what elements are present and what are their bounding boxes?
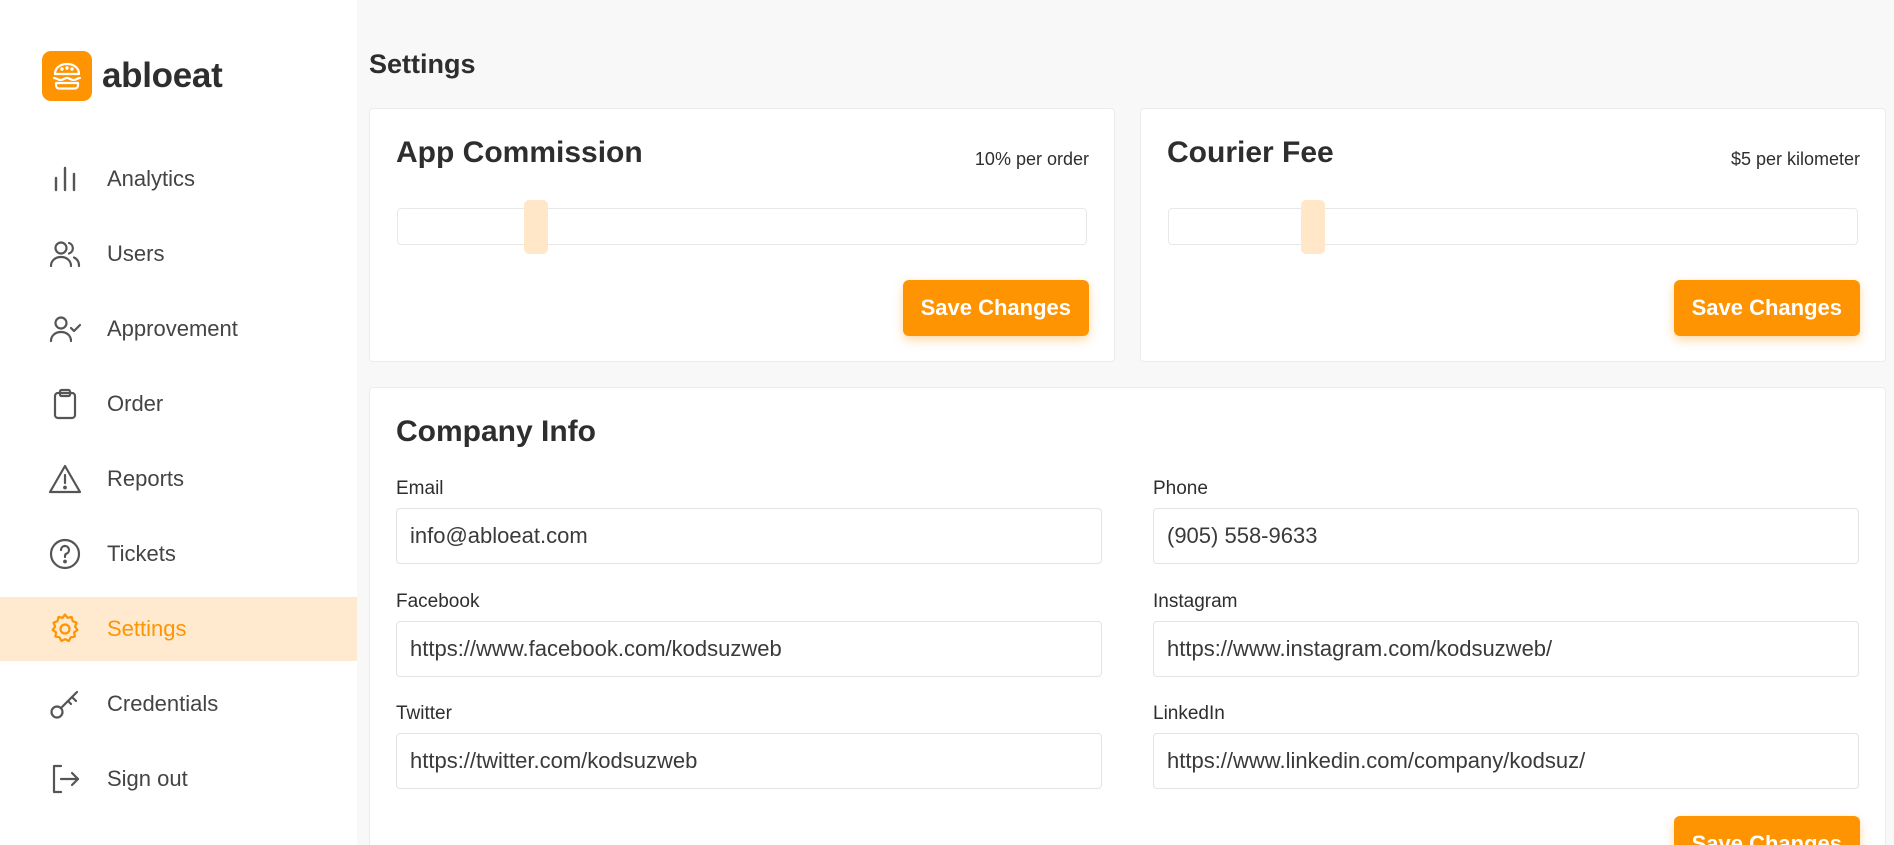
facebook-field[interactable] (396, 621, 1102, 677)
burger-logo-icon (42, 51, 92, 101)
sidebar-item-users[interactable]: Users (0, 222, 357, 286)
instagram-label: Instagram (1153, 591, 1238, 612)
linkedin-field[interactable] (1153, 733, 1859, 789)
sidebar-item-label: Credentials (107, 691, 219, 716)
brand-name: abloeat (102, 56, 223, 95)
app-commission-value: 10% per order (974, 149, 1089, 169)
email-label: Email (396, 478, 444, 499)
instagram-field[interactable] (1153, 621, 1859, 677)
sidebar-item-label: Settings (107, 616, 187, 641)
sidebar-item-reports[interactable]: Reports (0, 447, 357, 511)
company-info-title: Company Info (396, 415, 596, 448)
page-title: Settings (369, 49, 476, 79)
company-info-save-button[interactable]: Save Changes (1673, 816, 1860, 845)
users-icon (47, 236, 83, 272)
phone-label: Phone (1153, 478, 1208, 499)
bar-chart-icon (47, 161, 83, 197)
courier-fee-slider-thumb[interactable] (1301, 200, 1326, 254)
phone-field[interactable] (1153, 508, 1859, 564)
clipboard-icon (47, 386, 83, 422)
app-commission-title: App Commission (396, 136, 643, 169)
sidebar-item-sign-out[interactable]: Sign out (0, 747, 357, 811)
sidebar-item-label: Analytics (107, 166, 196, 191)
company-info-card: Company Info Email Phone Facebook Instag… (369, 387, 1886, 845)
sign-out-icon (47, 761, 83, 797)
sidebar-nav: Analytics Users Approvement Order Report… (0, 147, 357, 822)
sidebar-item-label: Order (107, 391, 164, 416)
user-check-icon (47, 311, 83, 347)
linkedin-label: LinkedIn (1153, 703, 1225, 724)
sidebar-item-settings[interactable]: Settings (0, 597, 357, 661)
gear-icon (47, 611, 83, 647)
sidebar-item-approvement[interactable]: Approvement (0, 297, 357, 361)
sidebar-item-label: Tickets (107, 541, 176, 566)
courier-fee-title: Courier Fee (1167, 136, 1334, 169)
key-icon (47, 686, 83, 722)
twitter-label: Twitter (396, 703, 452, 724)
sidebar-item-tickets[interactable]: Tickets (0, 522, 357, 586)
app-commission-slider-thumb[interactable] (523, 200, 548, 254)
sidebar-item-order[interactable]: Order (0, 372, 357, 436)
app-commission-card: App Commission 10% per order Save Change… (369, 108, 1115, 362)
sidebar-item-label: Users (107, 241, 165, 266)
courier-fee-slider[interactable] (1168, 200, 1858, 254)
sidebar-item-analytics[interactable]: Analytics (0, 147, 357, 211)
facebook-label: Facebook (396, 591, 480, 612)
courier-fee-card: Courier Fee $5 per kilometer Save Change… (1140, 108, 1886, 362)
app-commission-save-button[interactable]: Save Changes (902, 280, 1089, 336)
courier-fee-save-button[interactable]: Save Changes (1673, 280, 1860, 336)
app-commission-slider[interactable] (397, 200, 1087, 254)
courier-fee-value: $5 per kilometer (1730, 149, 1860, 169)
warning-triangle-icon (47, 461, 83, 497)
sidebar-item-label: Approvement (107, 316, 238, 341)
brand-logo[interactable]: abloeat (42, 51, 223, 101)
sidebar-item-label: Reports (107, 466, 185, 491)
email-field[interactable] (396, 508, 1102, 564)
sidebar: abloeat Analytics Users Approvement Orde… (0, 0, 357, 845)
sidebar-item-label: Sign out (107, 766, 188, 791)
help-circle-icon (47, 536, 83, 572)
twitter-field[interactable] (396, 733, 1102, 789)
sidebar-item-credentials[interactable]: Credentials (0, 672, 357, 736)
